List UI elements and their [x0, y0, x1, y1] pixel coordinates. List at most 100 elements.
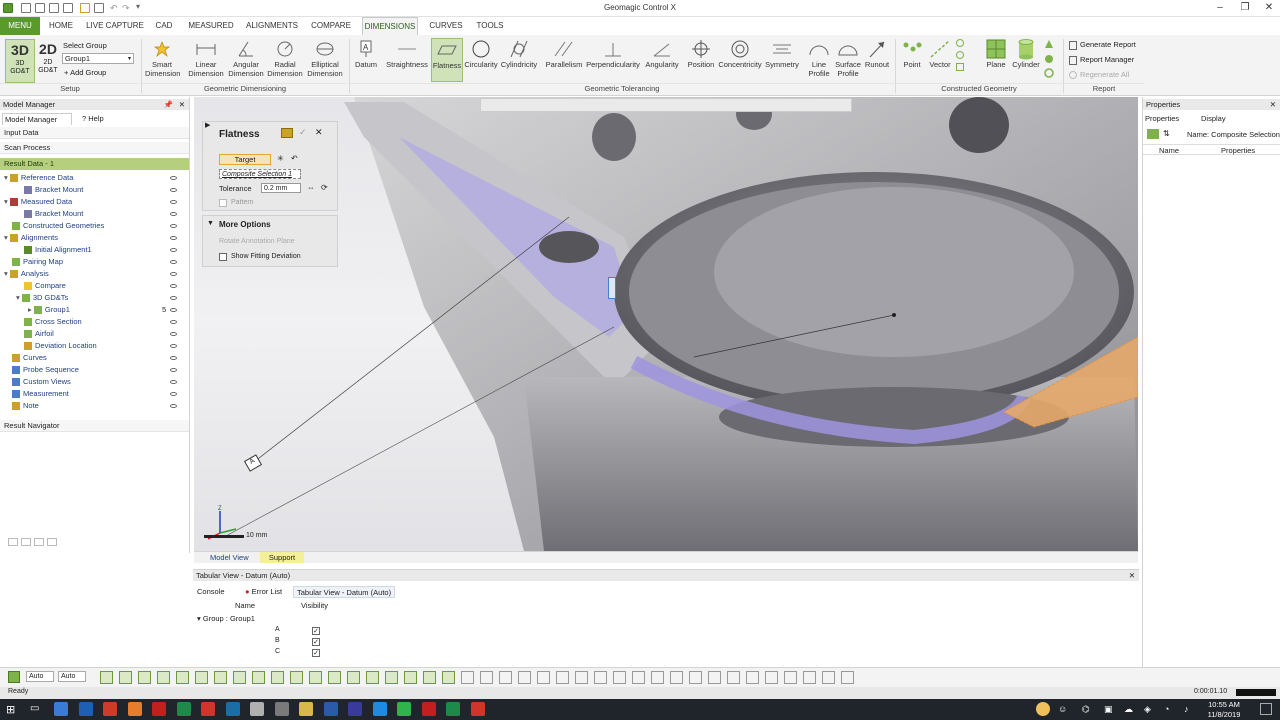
tab-curves[interactable]: CURVES — [428, 17, 464, 35]
selection-tool-icon[interactable] — [841, 671, 854, 684]
visibility-checkbox[interactable]: ✓ — [312, 638, 320, 646]
tree-item[interactable]: ▾ Reference Data — [4, 172, 73, 184]
taskbar-app-icon[interactable] — [152, 702, 166, 716]
generate-report-button[interactable]: Generate Report — [1069, 40, 1136, 50]
open-file-icon[interactable] — [35, 3, 45, 13]
selection-tool-icon[interactable] — [347, 671, 360, 684]
eye-icon[interactable] — [170, 272, 177, 276]
tab-help[interactable]: ? Help — [82, 113, 104, 125]
taskbar-app-icon[interactable] — [421, 702, 436, 716]
selection-tool-icon[interactable] — [252, 671, 265, 684]
selection-tool-icon[interactable] — [442, 671, 455, 684]
selection-tool-icon[interactable] — [138, 671, 151, 684]
selection-tool-icon[interactable] — [461, 671, 474, 684]
maximize-icon[interactable]: ❐ — [1238, 2, 1252, 14]
runout-button[interactable]: Runout — [863, 38, 891, 82]
tree-item[interactable]: ▸ Group1 — [28, 304, 70, 316]
eye-icon[interactable] — [170, 284, 177, 288]
close-icon[interactable]: ✕ — [179, 99, 185, 110]
selection-tool-icon[interactable] — [765, 671, 778, 684]
taskbar-app-icon[interactable] — [446, 702, 460, 716]
eye-icon[interactable] — [170, 320, 177, 324]
selection-tool-icon[interactable] — [784, 671, 797, 684]
vector-button[interactable]: Vector — [926, 38, 954, 82]
target-button[interactable]: Target — [219, 154, 271, 165]
linear-dimension-button[interactable]: Linear Dimension — [186, 38, 226, 82]
tab-model-manager[interactable]: Model Manager — [2, 113, 72, 125]
undo-icon[interactable]: ↶ — [110, 3, 118, 14]
eye-icon[interactable] — [170, 188, 177, 192]
selection-tool-icon[interactable] — [708, 671, 721, 684]
network-icon[interactable]: ⌬ — [1082, 704, 1090, 715]
angularity-button[interactable]: Angularity — [643, 38, 681, 82]
eye-icon[interactable] — [170, 224, 177, 228]
selection-tool-icon[interactable] — [575, 671, 588, 684]
selection-tool-icon[interactable] — [271, 671, 284, 684]
flatness-annotation-tag[interactable] — [608, 277, 616, 299]
selection-tool-icon[interactable] — [366, 671, 379, 684]
taskbar-app-icon[interactable] — [348, 702, 362, 716]
expand-icon[interactable]: ▼ — [207, 220, 214, 227]
new-file-icon[interactable] — [21, 3, 31, 13]
select-group-dropdown[interactable]: Group1 ▾ — [62, 53, 134, 64]
tree-item[interactable]: Bracket Mount — [16, 208, 83, 220]
app-tray-icon[interactable]: ▣ — [1104, 704, 1113, 715]
close-icon[interactable]: ✕ — [315, 127, 323, 138]
constructed-small-icons[interactable] — [956, 39, 966, 81]
line-profile-button[interactable]: Line Profile — [806, 38, 832, 82]
status-mode-icon[interactable] — [8, 671, 20, 683]
perpendicularity-button[interactable]: Perpendicularity — [584, 38, 642, 82]
tree-item[interactable]: Initial Alignment1 — [16, 244, 92, 256]
visibility-checkbox[interactable]: ✓ — [312, 649, 320, 657]
clock-time[interactable]: 10:55 AM — [1204, 700, 1244, 709]
eye-icon[interactable] — [170, 392, 177, 396]
selection-tool-icon[interactable] — [195, 671, 208, 684]
straightness-button[interactable]: Straightness — [384, 38, 430, 82]
selection-tool-icon[interactable] — [689, 671, 702, 684]
selection-tool-icon[interactable] — [385, 671, 398, 684]
selection-tool-icon[interactable] — [480, 671, 493, 684]
eye-icon[interactable] — [170, 176, 177, 180]
cylinder-button[interactable]: Cylinder — [1011, 38, 1041, 82]
tree-item[interactable]: ▾ 3D GD&Ts — [16, 292, 68, 304]
selection-tool-icon[interactable] — [157, 671, 170, 684]
input-data-section[interactable]: Input Data — [0, 127, 189, 139]
selection-tool-icon[interactable] — [233, 671, 246, 684]
selection-tool-icon[interactable] — [499, 671, 512, 684]
selection-tool-icon[interactable] — [100, 671, 113, 684]
clock-date[interactable]: 11/8/2019 — [1204, 710, 1244, 719]
taskbar-app-icon[interactable] — [397, 702, 411, 716]
flatness-button[interactable]: Flatness — [431, 38, 463, 82]
redo-icon[interactable]: ↷ — [122, 3, 130, 14]
refresh-icon[interactable]: ⟳ — [321, 183, 328, 192]
cylindricity-button[interactable]: Cylindricity — [499, 38, 539, 82]
eye-icon[interactable] — [170, 368, 177, 372]
selection-tool-icon[interactable] — [822, 671, 835, 684]
selection-tool-icon[interactable] — [309, 671, 322, 684]
tab-compare[interactable]: COMPARE — [308, 17, 354, 35]
tree-item[interactable]: Curves — [4, 352, 47, 364]
add-group-button[interactable]: + Add Group — [64, 68, 106, 77]
concentricity-button[interactable]: Concentricity — [717, 38, 763, 82]
dropbox-icon[interactable]: ◈ — [1144, 704, 1151, 715]
tree-item[interactable]: Probe Sequence — [4, 364, 79, 376]
more-options-title[interactable]: More Options — [219, 220, 271, 229]
3d-viewport[interactable]: A Z 10 mm ▶ Flatness ✓ ✕ Target ✳ ↶ Comp… — [194, 97, 1138, 551]
taskbar-app-icon[interactable] — [176, 702, 191, 716]
selection-tool-icon[interactable] — [556, 671, 569, 684]
point-button[interactable]: Point — [898, 38, 926, 82]
view-toolbar[interactable] — [480, 98, 852, 112]
close-icon[interactable]: ✕ — [1129, 570, 1135, 581]
eye-icon[interactable] — [170, 260, 177, 264]
tab-measured[interactable]: MEASURED — [186, 17, 236, 35]
selection-tool-icon[interactable] — [537, 671, 550, 684]
taskbar-app-icon[interactable] — [299, 702, 313, 716]
tree-item[interactable]: ▾ Analysis — [4, 268, 49, 280]
eye-icon[interactable] — [170, 248, 177, 252]
taskbar-app-icon[interactable] — [103, 702, 117, 716]
result-navigator-section[interactable]: Result Navigator — [0, 420, 189, 432]
visibility-checkbox[interactable]: ✓ — [312, 627, 320, 635]
save-as-icon[interactable] — [63, 3, 73, 13]
selection-tool-icon[interactable] — [119, 671, 132, 684]
taskbar-app-icon[interactable] — [78, 702, 93, 716]
